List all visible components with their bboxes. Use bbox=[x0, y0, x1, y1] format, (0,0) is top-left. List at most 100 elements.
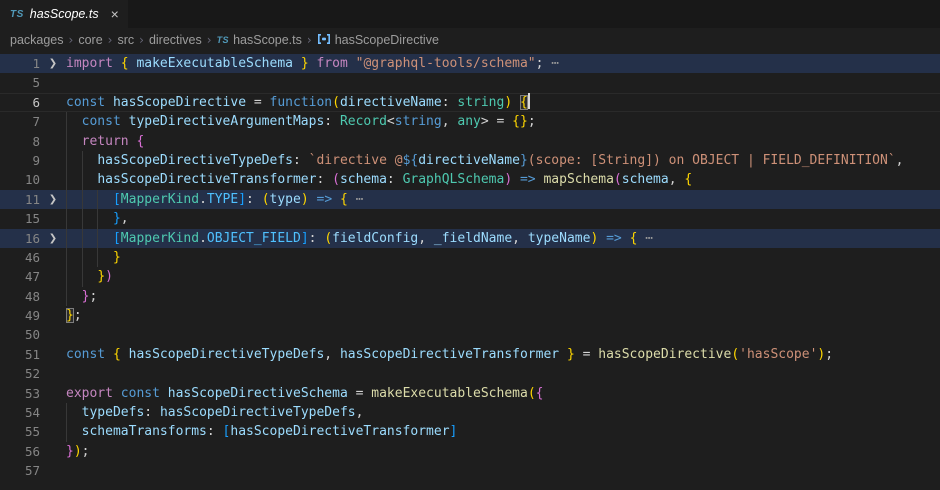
text-cursor bbox=[528, 93, 530, 109]
token-str: `directive @ bbox=[309, 153, 403, 168]
code-line[interactable]: 56}); bbox=[0, 442, 940, 461]
code-line[interactable]: 16❯ [MapperKind.OBJECT_FIELD]: (fieldCon… bbox=[0, 229, 940, 248]
breadcrumb-item-src[interactable]: src bbox=[116, 33, 135, 47]
token-var: hasScopeDirectiveTypeDefs bbox=[129, 347, 325, 362]
code-line[interactable]: 55 schemaTransforms: [hasScopeDirectiveT… bbox=[0, 422, 940, 441]
breadcrumb-item-core[interactable]: core bbox=[77, 33, 103, 47]
breadcrumb-item-hasscopedirective[interactable]: hasScopeDirective bbox=[316, 32, 440, 48]
line-number: 50 bbox=[0, 325, 40, 344]
token-punc: , bbox=[512, 231, 528, 246]
token-punc bbox=[66, 153, 97, 168]
code-line[interactable]: 11❯ [MapperKind.TYPE]: (type) => { ⋯ bbox=[0, 190, 940, 209]
token-kw: => bbox=[520, 172, 536, 187]
fold-gutter bbox=[40, 132, 66, 151]
token-punc bbox=[66, 134, 82, 149]
code-text: [MapperKind.TYPE]: (type) => { ⋯ bbox=[66, 190, 363, 209]
token-var: hasScopeDirectiveTransformer bbox=[97, 172, 316, 187]
token-b1: { bbox=[121, 56, 129, 71]
code-line[interactable]: 9 hasScopeDirectiveTypeDefs: `directive … bbox=[0, 151, 940, 170]
token-punc bbox=[598, 231, 606, 246]
chevron-separator-icon: › bbox=[203, 33, 216, 47]
line-number: 48 bbox=[0, 287, 40, 306]
fold-gutter bbox=[40, 442, 66, 461]
token-punc bbox=[66, 211, 113, 226]
chevron-separator-icon: › bbox=[303, 33, 316, 47]
breadcrumb-item-packages[interactable]: packages bbox=[9, 33, 65, 47]
token-b1: ( bbox=[262, 192, 270, 207]
token-var: directiveName bbox=[340, 95, 442, 110]
token-punc: : bbox=[246, 192, 262, 207]
code-line[interactable]: 15 }, bbox=[0, 209, 940, 228]
token-var: hasScopeDirectiveTransformer bbox=[340, 347, 559, 362]
line-number: 57 bbox=[0, 461, 40, 480]
vscode-window: TS hasScope.ts × packages›core›src›direc… bbox=[0, 0, 940, 490]
fold-gutter bbox=[40, 461, 66, 480]
breadcrumb-item-hasscope-ts[interactable]: TShasScope.ts bbox=[216, 33, 303, 47]
token-punc bbox=[66, 289, 82, 304]
code-line[interactable]: 54 typeDefs: hasScopeDirectiveTypeDefs, bbox=[0, 403, 940, 422]
typescript-file-icon: TS bbox=[10, 9, 24, 20]
code-line[interactable]: 52 bbox=[0, 364, 940, 383]
code-line[interactable]: 47 }) bbox=[0, 267, 940, 286]
tab-bar: TS hasScope.ts × bbox=[0, 0, 940, 28]
fold-chevron-icon[interactable]: ❯ bbox=[40, 229, 66, 248]
code-line[interactable]: 53export const hasScopeDirectiveSchema =… bbox=[0, 384, 940, 403]
token-type: MapperKind bbox=[121, 231, 199, 246]
breadcrumb-label: hasScopeDirective bbox=[335, 33, 439, 47]
token-kw: => bbox=[317, 192, 333, 207]
token-var: hasScopeDirectiveTypeDefs bbox=[160, 405, 356, 420]
code-line[interactable]: 57 bbox=[0, 461, 940, 480]
tab-hasscope[interactable]: TS hasScope.ts × bbox=[0, 0, 128, 28]
fold-gutter bbox=[40, 170, 66, 189]
token-var: directiveName bbox=[418, 153, 520, 168]
line-number: 16 bbox=[0, 229, 40, 248]
code-text: } bbox=[66, 248, 121, 267]
fold-chevron-icon[interactable]: ❯ bbox=[40, 54, 66, 73]
token-b1: { bbox=[684, 172, 692, 187]
line-number: 55 bbox=[0, 422, 40, 441]
fold-gutter bbox=[40, 112, 66, 131]
breadcrumb-item-directives[interactable]: directives bbox=[148, 33, 203, 47]
token-b3: [ bbox=[113, 192, 121, 207]
fold-chevron-icon[interactable]: ❯ bbox=[40, 190, 66, 209]
code-line[interactable]: 50 bbox=[0, 325, 940, 344]
code-line[interactable]: 46 } bbox=[0, 248, 940, 267]
code-line[interactable]: 8 return { bbox=[0, 132, 940, 151]
line-number: 46 bbox=[0, 248, 40, 267]
token-punc bbox=[105, 347, 113, 362]
token-punc bbox=[66, 114, 82, 129]
code-text: hasScopeDirectiveTypeDefs: `directive @$… bbox=[66, 151, 903, 170]
fold-gutter bbox=[40, 325, 66, 344]
code-line[interactable]: 51const { hasScopeDirectiveTypeDefs, has… bbox=[0, 345, 940, 364]
line-number: 9 bbox=[0, 151, 40, 170]
token-b1: ( bbox=[731, 347, 739, 362]
token-punc bbox=[512, 95, 520, 110]
token-punc: . bbox=[199, 192, 207, 207]
code-line[interactable]: 49}; bbox=[0, 306, 940, 325]
token-b1: ) bbox=[301, 192, 309, 207]
code-line[interactable]: 7 const typeDirectiveArgumentMaps: Recor… bbox=[0, 112, 940, 131]
token-kw: const bbox=[82, 114, 121, 129]
code-line[interactable]: 5 bbox=[0, 73, 940, 92]
code-line[interactable]: 48 }; bbox=[0, 287, 940, 306]
line-number: 6 bbox=[0, 93, 40, 112]
code-area[interactable]: 1❯import { makeExecutableSchema } from "… bbox=[0, 52, 940, 481]
token-punc: = bbox=[575, 347, 598, 362]
token-punc: = bbox=[489, 114, 512, 129]
token-type: Record bbox=[340, 114, 387, 129]
code-text: hasScopeDirectiveTransformer: (schema: G… bbox=[66, 170, 692, 189]
close-icon[interactable]: × bbox=[111, 7, 119, 21]
token-punc: < bbox=[387, 114, 395, 129]
code-line[interactable]: 6const hasScopeDirective = function(dire… bbox=[0, 93, 940, 112]
token-punc bbox=[559, 347, 567, 362]
code-line[interactable]: 10 hasScopeDirectiveTransformer: (schema… bbox=[0, 170, 940, 189]
token-b1: } bbox=[301, 56, 309, 71]
token-ctrl: return bbox=[82, 134, 129, 149]
token-punc bbox=[293, 56, 301, 71]
token-kw: function bbox=[270, 95, 333, 110]
code-line[interactable]: 1❯import { makeExecutableSchema } from "… bbox=[0, 54, 940, 73]
fold-gutter bbox=[40, 306, 66, 325]
fold-gutter bbox=[40, 93, 66, 112]
token-str: (scope: [String]) on OBJECT | FIELD_DEFI… bbox=[528, 153, 896, 168]
fold-gutter bbox=[40, 267, 66, 286]
